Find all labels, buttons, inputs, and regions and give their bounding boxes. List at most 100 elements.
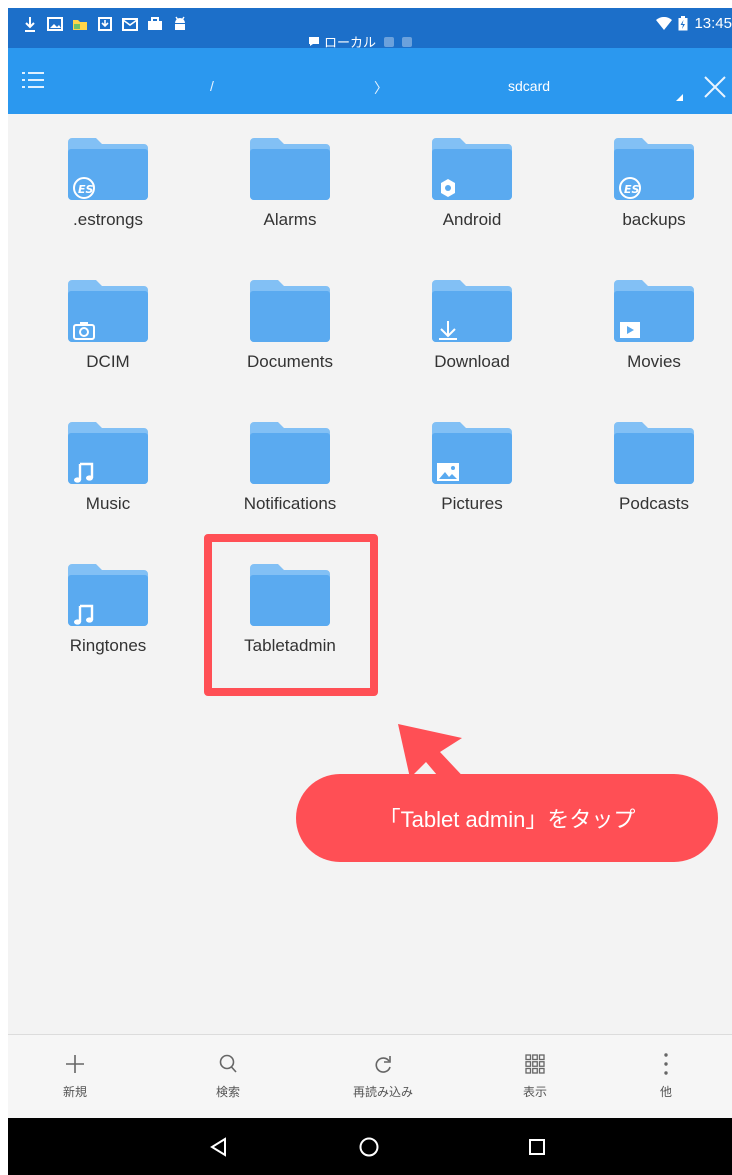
image-icon (47, 16, 63, 32)
download-arrow-icon (436, 318, 460, 342)
home-icon (359, 1137, 379, 1157)
back-icon (210, 1137, 226, 1157)
folder-icon: ES (614, 138, 694, 200)
svg-text:ES: ES (78, 183, 94, 196)
download-box-icon (97, 16, 113, 32)
path-current[interactable]: sdcard (508, 78, 550, 94)
picture-icon (436, 460, 460, 484)
view-label: 表示 (522, 1085, 547, 1099)
path-root[interactable]: / (210, 78, 214, 94)
download-icon (22, 16, 38, 32)
folder-estrongs[interactable]: ES .estrongs (18, 120, 198, 260)
folder-color-icon (72, 16, 88, 32)
folder-dcim[interactable]: DCIM (18, 262, 198, 402)
folder-icon (68, 280, 148, 342)
callout-text: 「Tablet admin」をタップ (378, 807, 636, 832)
refresh-label: 再読み込み (352, 1085, 413, 1099)
screen-icon (402, 36, 413, 47)
new-button[interactable]: 新規 (25, 1049, 125, 1100)
dropdown-corner-icon[interactable] (676, 94, 683, 101)
music-note-icon (72, 602, 96, 626)
menu-icon (22, 72, 44, 88)
folder-icon (250, 280, 330, 342)
folder-icon (432, 280, 512, 342)
folder-backups[interactable]: ES backups (564, 120, 732, 260)
folder-documents[interactable]: Documents (200, 262, 380, 402)
folder-music[interactable]: Music (18, 404, 198, 544)
bottom-action-bar: 新規 検索 再読み込み 表示 他 (8, 1034, 732, 1118)
refresh-icon (375, 1056, 391, 1073)
highlight-frame (204, 534, 378, 696)
folder-podcasts[interactable]: Podcasts (564, 404, 732, 544)
navigation-bar (8, 1118, 732, 1175)
folder-icon (614, 280, 694, 342)
toolbar: / 〉 sdcard (8, 48, 732, 114)
more-button[interactable]: 他 (616, 1049, 716, 1100)
refresh-button[interactable]: 再読み込み (333, 1049, 433, 1100)
folder-android[interactable]: Android (382, 120, 562, 260)
folder-icon (68, 564, 148, 626)
grid-view-icon (525, 1054, 545, 1074)
es-icon: ES (72, 176, 96, 200)
folder-label: Music (85, 494, 131, 513)
android-icon (172, 16, 188, 32)
folder-icon (250, 138, 330, 200)
plus-icon (66, 1055, 84, 1073)
svg-text:ES: ES (624, 183, 640, 196)
close-button[interactable] (702, 74, 728, 100)
more-vertical-icon (664, 1053, 668, 1075)
es-icon: ES (618, 176, 642, 200)
system-status: 13:45 (656, 15, 732, 32)
search-button[interactable]: 検索 (178, 1049, 278, 1100)
back-button[interactable] (204, 1132, 234, 1162)
folder-icon (68, 422, 148, 484)
folder-label: Pictures (441, 494, 503, 513)
folder-icon (432, 422, 512, 484)
menu-button[interactable] (22, 70, 44, 92)
play-icon (618, 318, 642, 342)
gear-icon (436, 176, 460, 200)
folder-icon (432, 138, 512, 200)
folder-label: Documents (247, 352, 333, 371)
camera-icon (72, 318, 96, 342)
recents-icon (529, 1139, 545, 1155)
folder-label: Download (434, 352, 510, 371)
folder-ringtones[interactable]: Ringtones (18, 546, 198, 686)
search-label: 検索 (215, 1085, 240, 1099)
folder-download[interactable]: Download (382, 262, 562, 402)
folder-label: Podcasts (619, 494, 689, 513)
new-label: 新規 (62, 1085, 87, 1099)
status-bar: ローカル 13:45 (8, 8, 732, 50)
folder-label: DCIM (86, 352, 130, 371)
folder-pictures[interactable]: Pictures (382, 404, 562, 544)
screen: ローカル 13:45 / 〉 sdcard ES .estrongs Alarms A… (8, 8, 732, 1175)
folder-label: Movies (627, 352, 681, 371)
more-label: 他 (659, 1085, 672, 1099)
briefcase-icon (147, 16, 163, 32)
search-icon (219, 1054, 237, 1073)
folder-label: Android (442, 210, 502, 229)
music-note-icon (72, 460, 96, 484)
folder-icon (250, 422, 330, 484)
folder-notifications[interactable]: Notifications (200, 404, 380, 544)
wifi-icon (656, 17, 673, 30)
folder-icon (614, 422, 694, 484)
folder-movies[interactable]: Movies (564, 262, 732, 402)
folder-alarms[interactable]: Alarms (200, 120, 380, 260)
printer-icon (384, 36, 395, 47)
clock: 13:45 (694, 15, 732, 32)
folder-label: Alarms (263, 210, 317, 229)
home-button[interactable] (354, 1132, 384, 1162)
chat-icon (309, 37, 319, 46)
folder-icon: ES (68, 138, 148, 200)
callout-bubble: 「Tablet admin」をタップ (296, 774, 718, 862)
battery-icon (678, 16, 688, 31)
path-separator: 〉 (374, 80, 388, 96)
folder-label: Ringtones (69, 636, 147, 655)
folder-label: Notifications (243, 494, 337, 513)
view-button[interactable]: 表示 (485, 1049, 585, 1100)
folder-label: backups (622, 210, 686, 229)
recents-button[interactable] (522, 1132, 552, 1162)
close-icon (704, 76, 726, 98)
mail-icon (122, 16, 138, 32)
